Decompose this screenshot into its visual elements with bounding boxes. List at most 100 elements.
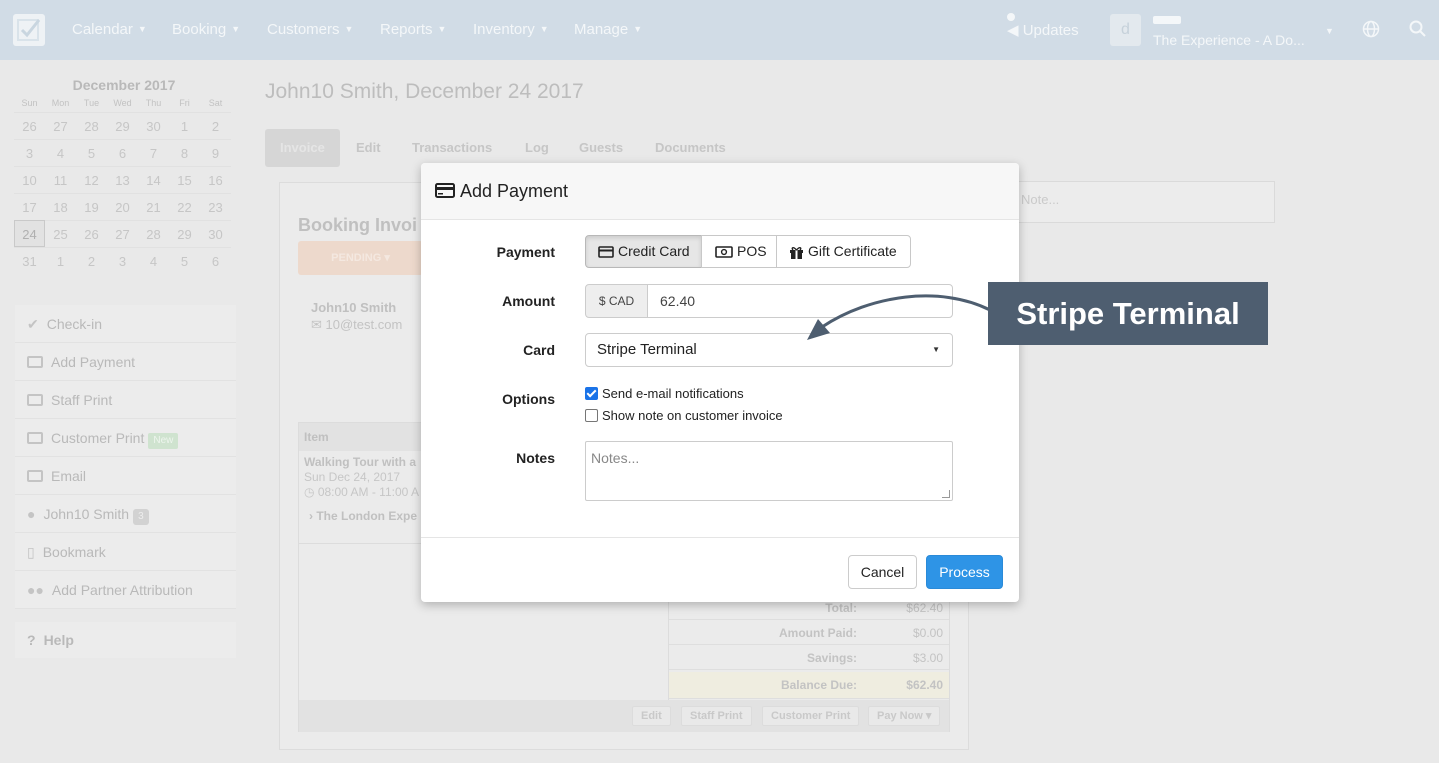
- calendar-day[interactable]: 19: [76, 193, 107, 220]
- avatar[interactable]: d: [1110, 14, 1141, 46]
- calendar-day[interactable]: 26: [14, 112, 45, 139]
- tab-documents[interactable]: Documents: [655, 129, 726, 167]
- credit-card-option[interactable]: Credit Card: [585, 235, 702, 268]
- staff-print-button[interactable]: Staff Print: [681, 706, 752, 726]
- calendar-day[interactable]: 13: [107, 166, 138, 193]
- balance-due-label: Balance Due:: [780, 678, 857, 692]
- sidebar-item-add-payment[interactable]: Add Payment: [15, 343, 236, 381]
- tab-invoice[interactable]: Invoice: [265, 129, 340, 167]
- pay-now-label: Pay Now: [877, 710, 923, 722]
- cancel-button[interactable]: Cancel: [848, 555, 917, 589]
- balance-due-value: $62.40: [906, 678, 943, 692]
- nav-booking[interactable]: Booking ▼: [172, 21, 240, 38]
- note-input[interactable]: Note...: [1010, 181, 1275, 223]
- sidebar-item-customer[interactable]: ● John10 Smith 3: [15, 495, 236, 533]
- credit-card-icon: [27, 356, 43, 368]
- calendar-day[interactable]: 5: [169, 247, 200, 274]
- notes-textarea[interactable]: Notes...: [585, 441, 953, 501]
- calendar-day[interactable]: 3: [107, 247, 138, 274]
- calendar-day[interactable]: 28: [76, 112, 107, 139]
- search-icon[interactable]: [1409, 20, 1426, 42]
- customer-print-button[interactable]: Customer Print: [762, 706, 860, 726]
- calendar-day[interactable]: 1: [169, 112, 200, 139]
- sidebar-item-check-in[interactable]: ✔ Check-in: [15, 305, 236, 343]
- gift-certificate-option[interactable]: Gift Certificate: [776, 235, 911, 268]
- pos-option[interactable]: POS: [701, 235, 777, 268]
- calendar-day[interactable]: 24: [14, 220, 45, 247]
- nav-reports[interactable]: Reports ▼: [380, 21, 446, 38]
- calendar-day[interactable]: 29: [169, 220, 200, 247]
- calendar-day[interactable]: 4: [45, 139, 76, 166]
- gift-icon: [790, 247, 803, 259]
- tab-edit[interactable]: Edit: [356, 129, 381, 167]
- chevron-down-icon[interactable]: ▼: [1325, 26, 1334, 36]
- sidebar-item-bookmark[interactable]: ▯ Bookmark: [15, 533, 236, 571]
- sidebar-item-staff-print[interactable]: Staff Print: [15, 381, 236, 419]
- calendar-day[interactable]: 15: [169, 166, 200, 193]
- customer-name[interactable]: John10 Smith: [311, 300, 396, 315]
- savings-label: Savings:: [806, 651, 857, 665]
- nav-manage[interactable]: Manage ▼: [574, 21, 642, 38]
- sidebar-item-email[interactable]: Email: [15, 457, 236, 495]
- calendar-day[interactable]: 3: [14, 139, 45, 166]
- calendar-day[interactable]: 22: [169, 193, 200, 220]
- calendar-day[interactable]: 20: [107, 193, 138, 220]
- sidebar-item-add-partner-attribution[interactable]: ●● Add Partner Attribution: [15, 571, 236, 609]
- updates-button[interactable]: ◀ Updates: [1007, 13, 1079, 39]
- calendar-day[interactable]: 30: [138, 112, 169, 139]
- modal-title: Add Payment: [460, 181, 569, 201]
- globe-icon[interactable]: [1362, 20, 1380, 43]
- account-name[interactable]: The Experience - A Do...: [1153, 32, 1305, 48]
- sidebar-item-customer-print[interactable]: Customer Print New: [15, 419, 236, 457]
- sidebar-item-help[interactable]: ? Help: [15, 622, 236, 658]
- calendar-day[interactable]: 9: [200, 139, 231, 166]
- calendar-day[interactable]: 28: [138, 220, 169, 247]
- status-dropdown[interactable]: PENDING ▾: [298, 241, 423, 275]
- calendar-day[interactable]: 31: [14, 247, 45, 274]
- resize-handle[interactable]: [942, 490, 950, 498]
- item-name[interactable]: Walking Tour with a: [304, 455, 416, 469]
- show-note-checkbox[interactable]: [585, 409, 598, 422]
- calendar-day[interactable]: 2: [200, 112, 231, 139]
- email-notifications-checkbox[interactable]: [585, 387, 598, 400]
- nav-inventory[interactable]: Inventory ▼: [473, 21, 549, 38]
- customer-email[interactable]: ✉ 10@test.com: [311, 317, 402, 333]
- calendar-day[interactable]: 25: [45, 220, 76, 247]
- calendar-day[interactable]: 26: [76, 220, 107, 247]
- calendar-day[interactable]: 18: [45, 193, 76, 220]
- calendar-day[interactable]: 5: [76, 139, 107, 166]
- app-logo[interactable]: [13, 14, 45, 46]
- pay-now-button[interactable]: Pay Now ▾: [868, 706, 941, 726]
- calendar-day[interactable]: 27: [45, 112, 76, 139]
- calendar-day[interactable]: 12: [76, 166, 107, 193]
- calendar-day[interactable]: 6: [200, 247, 231, 274]
- calendar-day[interactable]: 23: [200, 193, 231, 220]
- calendar-day[interactable]: 11: [45, 166, 76, 193]
- calendar-day[interactable]: 29: [107, 112, 138, 139]
- calendar-day[interactable]: 8: [169, 139, 200, 166]
- nav-calendar[interactable]: Calendar ▼: [72, 21, 147, 38]
- calendar-day[interactable]: 2: [76, 247, 107, 274]
- tab-guests[interactable]: Guests: [579, 129, 623, 167]
- calendar-day[interactable]: 7: [138, 139, 169, 166]
- email-notifications-label[interactable]: Send e-mail notifications: [602, 386, 744, 402]
- edit-button[interactable]: Edit: [632, 706, 671, 726]
- calendar-grid: 26 27 28 29 30 1 2 3 4 5 6 7 8 9 10 11 12 13 14 15 16 17 18 19 2…: [14, 112, 234, 274]
- chevron-down-icon: ▼: [344, 24, 354, 34]
- calendar-day[interactable]: 10: [14, 166, 45, 193]
- calendar-day[interactable]: 14: [138, 166, 169, 193]
- tab-log[interactable]: Log: [525, 129, 549, 167]
- process-button[interactable]: Process: [926, 555, 1003, 589]
- calendar-day[interactable]: 6: [107, 139, 138, 166]
- calendar-day[interactable]: 21: [138, 193, 169, 220]
- calendar-day[interactable]: 27: [107, 220, 138, 247]
- show-note-label[interactable]: Show note on customer invoice: [602, 408, 783, 424]
- item-vendor[interactable]: › The London Expe: [309, 509, 417, 523]
- nav-customers[interactable]: Customers ▼: [267, 21, 353, 38]
- calendar-day[interactable]: 16: [200, 166, 231, 193]
- calendar-day[interactable]: 1: [45, 247, 76, 274]
- calendar-day[interactable]: 17: [14, 193, 45, 220]
- calendar-day[interactable]: 30: [200, 220, 231, 247]
- tab-transactions[interactable]: Transactions: [412, 129, 492, 167]
- calendar-day[interactable]: 4: [138, 247, 169, 274]
